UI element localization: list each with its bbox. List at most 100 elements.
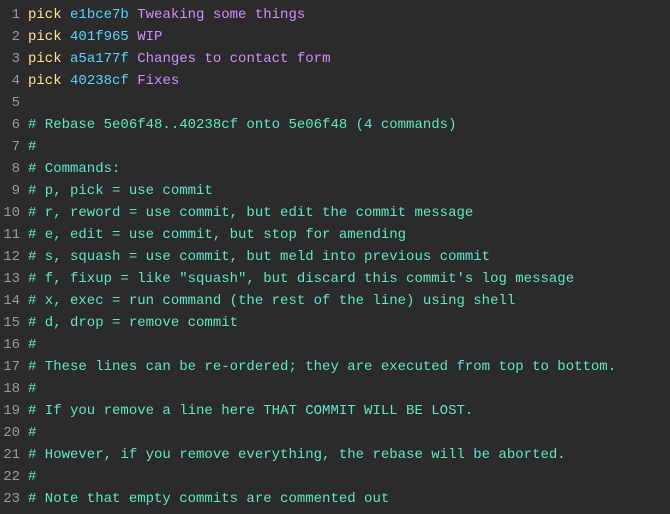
commit-message: Tweaking some things <box>137 7 305 23</box>
editor-line[interactable]: 22# <box>0 466 670 488</box>
line-number: 17 <box>0 356 28 378</box>
comment-text: # p, pick = use commit <box>28 183 213 199</box>
line-content[interactable]: # <box>28 334 670 356</box>
line-number: 8 <box>0 158 28 180</box>
line-number: 2 <box>0 26 28 48</box>
rebase-command: pick <box>28 51 62 67</box>
editor-line[interactable]: 19# If you remove a line here THAT COMMI… <box>0 400 670 422</box>
line-number: 9 <box>0 180 28 202</box>
editor-line[interactable]: 20# <box>0 422 670 444</box>
rebase-command: pick <box>28 7 62 23</box>
line-content[interactable] <box>28 92 670 114</box>
line-number: 15 <box>0 312 28 334</box>
line-content[interactable]: pick 40238cf Fixes <box>28 70 670 92</box>
editor-line[interactable]: 10# r, reword = use commit, but edit the… <box>0 202 670 224</box>
line-number: 22 <box>0 466 28 488</box>
editor-line[interactable]: 6# Rebase 5e06f48..40238cf onto 5e06f48 … <box>0 114 670 136</box>
line-content[interactable]: # Note that empty commits are commented … <box>28 488 670 510</box>
comment-text: # Note that empty commits are commented … <box>28 491 389 507</box>
editor-line[interactable]: 21# However, if you remove everything, t… <box>0 444 670 466</box>
line-content[interactable]: # <box>28 136 670 158</box>
line-content[interactable]: # <box>28 422 670 444</box>
editor-line[interactable]: 2pick 401f965 WIP <box>0 26 670 48</box>
line-number: 21 <box>0 444 28 466</box>
line-content[interactable]: # f, fixup = like "squash", but discard … <box>28 268 670 290</box>
line-content[interactable]: # If you remove a line here THAT COMMIT … <box>28 400 670 422</box>
line-number: 23 <box>0 488 28 510</box>
commit-hash: 40238cf <box>70 73 129 89</box>
comment-text: # These lines can be re-ordered; they ar… <box>28 359 616 375</box>
line-content[interactable]: # d, drop = remove commit <box>28 312 670 334</box>
comment-text: # <box>28 381 36 397</box>
comment-text: # d, drop = remove commit <box>28 315 238 331</box>
comment-text: # e, edit = use commit, but stop for ame… <box>28 227 406 243</box>
line-content[interactable]: # s, squash = use commit, but meld into … <box>28 246 670 268</box>
editor-line[interactable]: 14# x, exec = run command (the rest of t… <box>0 290 670 312</box>
line-content[interactable]: pick a5a177f Changes to contact form <box>28 48 670 70</box>
line-content[interactable]: # These lines can be re-ordered; they ar… <box>28 356 670 378</box>
line-content[interactable]: # p, pick = use commit <box>28 180 670 202</box>
line-number: 1 <box>0 4 28 26</box>
line-content[interactable]: # Commands: <box>28 158 670 180</box>
commit-hash: 401f965 <box>70 29 129 45</box>
comment-text: # x, exec = run command (the rest of the… <box>28 293 515 309</box>
line-number: 14 <box>0 290 28 312</box>
line-number: 16 <box>0 334 28 356</box>
line-number: 18 <box>0 378 28 400</box>
editor-line[interactable]: 1pick e1bce7b Tweaking some things <box>0 4 670 26</box>
line-number: 4 <box>0 70 28 92</box>
line-number: 10 <box>0 202 28 224</box>
line-number: 3 <box>0 48 28 70</box>
editor-line[interactable]: 16# <box>0 334 670 356</box>
editor-line[interactable]: 9# p, pick = use commit <box>0 180 670 202</box>
comment-text: # <box>28 337 36 353</box>
comment-text: # <box>28 425 36 441</box>
line-content[interactable]: # Rebase 5e06f48..40238cf onto 5e06f48 (… <box>28 114 670 136</box>
comment-text: # r, reword = use commit, but edit the c… <box>28 205 473 221</box>
editor-line[interactable]: 15# d, drop = remove commit <box>0 312 670 334</box>
line-content[interactable]: # However, if you remove everything, the… <box>28 444 670 466</box>
line-number: 7 <box>0 136 28 158</box>
commit-hash: e1bce7b <box>70 7 129 23</box>
commit-message: Fixes <box>137 73 179 89</box>
comment-text: # f, fixup = like "squash", but discard … <box>28 271 574 287</box>
comment-text: # Rebase 5e06f48..40238cf onto 5e06f48 (… <box>28 117 456 133</box>
line-content[interactable]: # <box>28 466 670 488</box>
line-number: 19 <box>0 400 28 422</box>
editor-line[interactable]: 17# These lines can be re-ordered; they … <box>0 356 670 378</box>
comment-text: # <box>28 469 36 485</box>
editor-line[interactable]: 4pick 40238cf Fixes <box>0 70 670 92</box>
commit-message: Changes to contact form <box>137 51 330 67</box>
editor-line[interactable]: 11# e, edit = use commit, but stop for a… <box>0 224 670 246</box>
comment-text: # <box>28 139 36 155</box>
editor-line[interactable]: 8# Commands: <box>0 158 670 180</box>
commit-message: WIP <box>137 29 162 45</box>
line-number: 6 <box>0 114 28 136</box>
editor-line[interactable]: 13# f, fixup = like "squash", but discar… <box>0 268 670 290</box>
editor-line[interactable]: 18# <box>0 378 670 400</box>
line-number: 11 <box>0 224 28 246</box>
line-content[interactable]: # x, exec = run command (the rest of the… <box>28 290 670 312</box>
line-number: 13 <box>0 268 28 290</box>
editor-line[interactable]: 7# <box>0 136 670 158</box>
comment-text: # s, squash = use commit, but meld into … <box>28 249 490 265</box>
commit-hash: a5a177f <box>70 51 129 67</box>
line-number: 5 <box>0 92 28 114</box>
comment-text: # If you remove a line here THAT COMMIT … <box>28 403 473 419</box>
comment-text: # Commands: <box>28 161 120 177</box>
line-content[interactable]: # <box>28 378 670 400</box>
comment-text: # However, if you remove everything, the… <box>28 447 566 463</box>
line-number: 12 <box>0 246 28 268</box>
editor-line[interactable]: 12# s, squash = use commit, but meld int… <box>0 246 670 268</box>
editor-line[interactable]: 5 <box>0 92 670 114</box>
line-content[interactable]: pick e1bce7b Tweaking some things <box>28 4 670 26</box>
line-content[interactable]: # e, edit = use commit, but stop for ame… <box>28 224 670 246</box>
line-content[interactable]: pick 401f965 WIP <box>28 26 670 48</box>
code-editor[interactable]: 1pick e1bce7b Tweaking some things2pick … <box>0 4 670 510</box>
rebase-command: pick <box>28 73 62 89</box>
line-content[interactable]: # r, reword = use commit, but edit the c… <box>28 202 670 224</box>
rebase-command: pick <box>28 29 62 45</box>
editor-line[interactable]: 3pick a5a177f Changes to contact form <box>0 48 670 70</box>
line-number: 20 <box>0 422 28 444</box>
editor-line[interactable]: 23# Note that empty commits are commente… <box>0 488 670 510</box>
